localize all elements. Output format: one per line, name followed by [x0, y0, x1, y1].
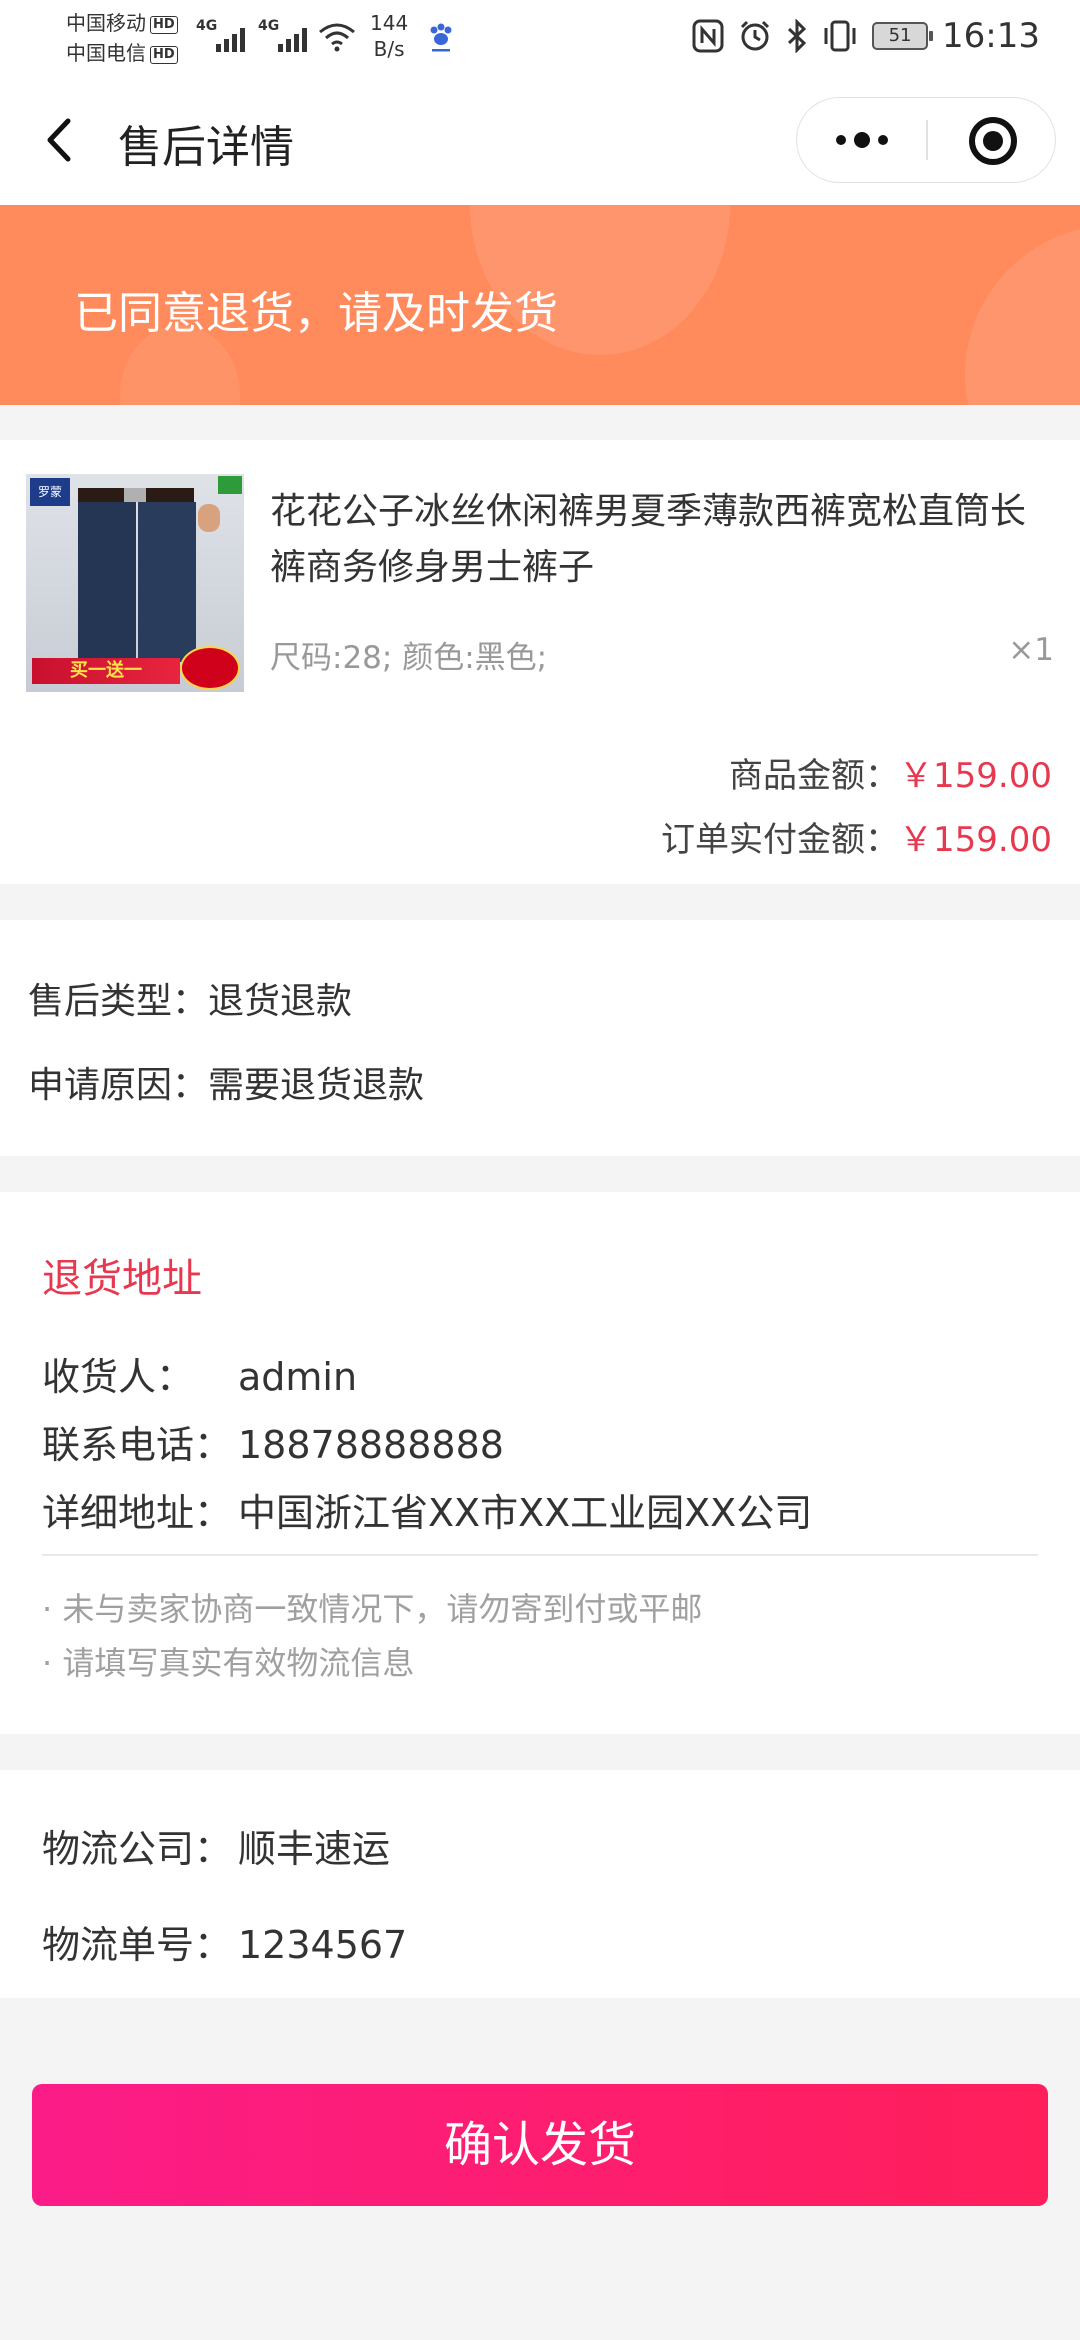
network-type-2: 4G — [258, 18, 280, 34]
goods-amount-label: 商品金额： — [729, 756, 900, 796]
hd-badge: HD — [150, 16, 178, 34]
receiver-row: 收货人： admin — [42, 1346, 357, 1401]
signal-1-icon — [216, 22, 245, 52]
status-bar: 中国移动 HD 中国电信 HD 4G 4G 144 B/s 51 16:13 — [0, 0, 1080, 75]
address-row: 详细地址： 中国浙江省XX市XX工业园XX公司 — [42, 1482, 812, 1537]
more-dots-icon[interactable] — [797, 98, 926, 182]
network-type-1: 4G — [196, 18, 218, 34]
banner-decoration — [965, 225, 1080, 405]
apply-reason-value: 需要退货退款 — [208, 1065, 425, 1106]
signal-2-icon — [278, 22, 307, 52]
after-sale-detail-page: 中国移动 HD 中国电信 HD 4G 4G 144 B/s 51 16:13 售… — [0, 0, 1080, 2340]
after-sale-type-value: 退货退款 — [208, 981, 353, 1022]
thumb-buckle — [124, 488, 146, 502]
divider — [42, 1554, 1038, 1556]
baidu-paw-icon — [430, 23, 452, 52]
paid-amount-value: ￥159.00 — [899, 820, 1052, 860]
carrier-info: 中国移动 HD 中国电信 HD — [66, 8, 178, 68]
carrier-1: 中国移动 — [66, 11, 146, 35]
status-right-icons: 51 16:13 — [692, 14, 1040, 58]
tracking-number-label: 物流单号： — [42, 1923, 233, 1967]
return-address-card: 退货地址 收货人： admin 联系电话： 18878888888 详细地址： 中国浙… — [0, 1192, 1080, 1734]
battery-icon: 51 — [872, 22, 934, 50]
logistics-company-value[interactable]: 顺丰速运 — [238, 1827, 390, 1871]
miniprogram-capsule — [796, 97, 1056, 183]
product-thumbnail[interactable]: 罗蒙 买一送一 — [26, 474, 244, 692]
logistics-company-row[interactable]: 物流公司： 顺丰速运 — [42, 1818, 390, 1873]
capsule-divider — [926, 120, 928, 160]
tracking-number-row[interactable]: 物流单号： 1234567 — [42, 1914, 407, 1969]
target-circle-icon[interactable] — [969, 117, 1017, 165]
shipping-note: · 未与卖家协商一致情况下，请勿寄到付或平邮 — [42, 1590, 703, 1628]
thumb-promo-banner: 买一送一 — [32, 658, 180, 684]
apply-reason-label: 申请原因： — [28, 1065, 209, 1106]
thumb-seal — [180, 646, 240, 690]
goods-amount-row: 商品金额：￥159.00 — [729, 748, 1052, 797]
shipping-note: · 请填写真实有效物流信息 — [42, 1644, 415, 1682]
product-spec: 尺码:28; 颜色:黑色; — [270, 640, 548, 676]
phone-label: 联系电话： — [42, 1423, 233, 1467]
speed-unit: B/s — [373, 37, 405, 61]
thumb-pants-left — [78, 502, 136, 662]
speed-value: 144 — [370, 11, 409, 35]
phone-value[interactable]: 18878888888 — [238, 1423, 504, 1467]
thumb-hand — [198, 504, 220, 532]
phone-row: 联系电话： 18878888888 — [42, 1414, 504, 1469]
return-address-title: 退货地址 — [42, 1256, 202, 1302]
after-sale-info-card: 售后类型：退货退款 申请原因：需要退货退款 — [0, 920, 1080, 1156]
logistics-company-label: 物流公司： — [42, 1827, 233, 1871]
receiver-value: admin — [238, 1355, 358, 1399]
vibrate-icon — [824, 20, 856, 52]
alarm-icon — [740, 20, 770, 51]
thumb-tag — [218, 476, 242, 494]
address-label: 详细地址： — [42, 1491, 233, 1535]
tracking-number-value[interactable]: 1234567 — [238, 1923, 407, 1967]
wifi-icon — [319, 23, 355, 52]
confirm-shipment-button[interactable]: 确认发货 — [32, 2084, 1048, 2206]
receiver-label: 收货人： — [42, 1355, 195, 1399]
banner-status-text: 已同意退货，请及时发货 — [74, 288, 558, 339]
page-title: 售后详情 — [118, 122, 294, 173]
product-quantity: ×1 — [1008, 632, 1054, 668]
network-speed: 144 B/s — [370, 10, 408, 62]
paid-amount-row: 订单实付金额：￥159.00 — [661, 812, 1052, 861]
nfc-icon — [692, 19, 724, 53]
thumb-brand-logo: 罗蒙 — [30, 478, 70, 506]
bluetooth-icon — [787, 19, 807, 53]
carrier-2: 中国电信 — [66, 41, 146, 65]
status-banner: 已同意退货，请及时发货 — [0, 205, 1080, 405]
hd-badge: HD — [150, 46, 178, 64]
chevron-left-icon[interactable] — [40, 115, 80, 165]
thumb-pants-right — [138, 502, 196, 662]
goods-amount-value: ￥159.00 — [899, 756, 1052, 796]
after-sale-type-label: 售后类型： — [28, 981, 209, 1022]
apply-reason-row: 申请原因：需要退货退款 — [28, 1056, 424, 1108]
nav-bar: 售后详情 — [0, 75, 1080, 205]
address-value: 中国浙江省XX市XX工业园XX公司 — [238, 1491, 813, 1535]
product-title[interactable]: 花花公子冰丝休闲裤男夏季薄款西裤宽松直筒长裤商务修身男士裤子 — [270, 484, 1060, 596]
paid-amount-label: 订单实付金额： — [661, 820, 900, 860]
after-sale-type-row: 售后类型：退货退款 — [28, 972, 352, 1024]
clock: 16:13 — [942, 16, 1040, 56]
logistics-card: 物流公司： 顺丰速运 物流单号： 1234567 — [0, 1770, 1080, 1998]
product-card: 罗蒙 买一送一 花花公子冰丝休闲裤男夏季薄款西裤宽松直筒长裤商务修身男士裤子 尺… — [0, 440, 1080, 884]
